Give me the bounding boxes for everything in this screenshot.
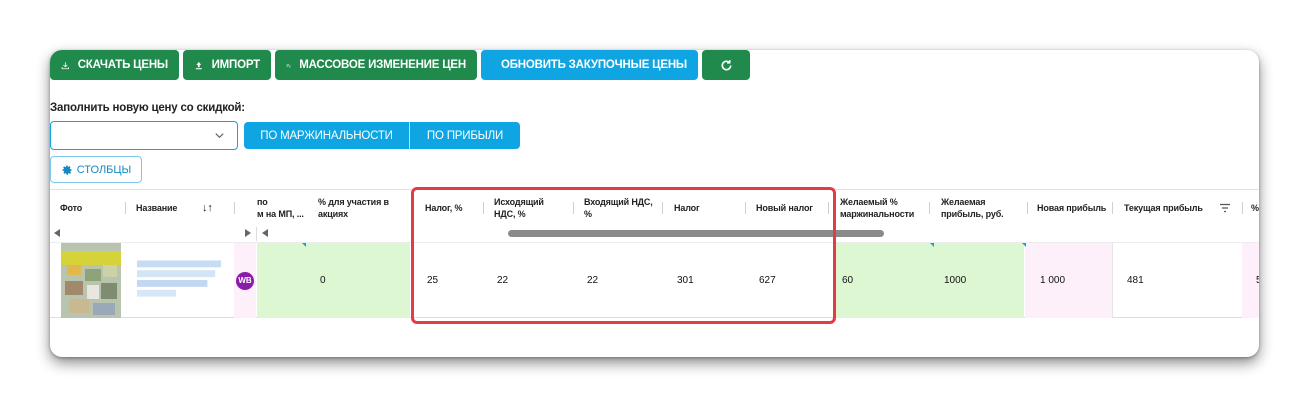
- scroll-left-arrow-icon[interactable]: [262, 229, 268, 237]
- column-header-promo-share[interactable]: % для участия в акциях: [318, 190, 398, 226]
- column-header-mp-price[interactable]: по м на МП, ...: [257, 190, 309, 226]
- toolbar: СКАЧАТЬ ЦЕНЫ ИМПОРТ МАССОВОЕ ИЗМЕНЕНИЕ Ц…: [50, 50, 750, 80]
- column-header-incoming-vat[interactable]: Входящий НДС, %: [584, 190, 659, 226]
- column-header-cut[interactable]: %: [1251, 190, 1259, 226]
- cell-desired-margin[interactable]: 60: [842, 243, 882, 318]
- fill-mode-group: ПО МАРЖИНАЛЬНОСТИ ПО ПРИБЫЛИ: [244, 122, 520, 149]
- cell-tax-percent[interactable]: 25: [427, 243, 467, 318]
- blurred-product-name-image: [136, 259, 222, 297]
- reload-button[interactable]: [702, 50, 750, 80]
- column-header-outgoing-vat[interactable]: Исходящий НДС, %: [494, 190, 554, 226]
- column-divider: [1242, 202, 1243, 214]
- horizontal-scrollbar-area: [50, 227, 1259, 241]
- column-divider: [1112, 202, 1113, 214]
- column-header-mp-price-line1: по: [257, 197, 268, 207]
- column-divider: [929, 202, 930, 214]
- download-prices-label: СКАЧАТЬ ЦЕНЫ: [77, 59, 168, 71]
- column-divider: [573, 202, 574, 214]
- cell-outgoing-vat[interactable]: 22: [497, 243, 537, 318]
- column-divider: [125, 202, 126, 214]
- refresh-icon: [492, 64, 493, 66]
- column-header-desired-margin[interactable]: Желаемый % маржинальности: [840, 190, 925, 226]
- upload-icon: [195, 61, 202, 69]
- import-label: ИМПОРТ: [211, 59, 261, 71]
- column-divider: [745, 202, 746, 214]
- import-button[interactable]: ИМПОРТ: [183, 50, 271, 80]
- cell-new-tax: 627: [759, 275, 776, 286]
- column-header-new-tax[interactable]: Новый налог: [756, 190, 831, 226]
- edit-list-icon: [286, 63, 291, 68]
- cell-new-profit: 1 000: [1040, 275, 1066, 286]
- column-header-current-profit[interactable]: Текущая прибыль: [1124, 190, 1209, 226]
- by-profit-button[interactable]: ПО ПРИБЫЛИ: [410, 122, 520, 149]
- column-header-photo[interactable]: Фото: [60, 190, 120, 226]
- download-prices-button[interactable]: СКАЧАТЬ ЦЕНЫ: [50, 50, 179, 80]
- gear-icon: [62, 165, 72, 175]
- filter-icon[interactable]: [1219, 190, 1233, 226]
- table-row[interactable]: WB 0 25 22 22 301 627 60 1000 1 000 481 …: [50, 242, 1259, 318]
- edit-marker-icon: [1022, 243, 1026, 247]
- cell-tax: 301: [677, 275, 694, 286]
- sort-arrows-icon[interactable]: ↓↑: [202, 190, 226, 226]
- scroll-right-arrow-icon[interactable]: [245, 229, 251, 237]
- column-divider: [662, 202, 663, 214]
- column-header-name[interactable]: Название: [136, 190, 196, 226]
- product-thumbnail-image: [61, 243, 121, 318]
- table-header: Фото Название ↓↑ по м на МП, ... % для у…: [50, 189, 1259, 225]
- column-divider: [256, 227, 257, 241]
- cell-promo-share[interactable]: 0: [320, 243, 360, 318]
- column-divider: [234, 202, 235, 214]
- columns-button[interactable]: СТОЛБЦЫ: [50, 156, 142, 183]
- scroll-left-arrow-icon[interactable]: [54, 229, 60, 237]
- marketplace-cell: WB: [234, 243, 256, 318]
- update-purchase-prices-label: ОБНОВИТЬ ЗАКУПОЧНЫЕ ЦЕНЫ: [500, 59, 687, 71]
- column-header-desired-profit[interactable]: Желаемая прибыль, руб.: [941, 190, 1021, 226]
- column-header-new-profit[interactable]: Новая прибыль: [1037, 190, 1117, 226]
- prices-panel: СКАЧАТЬ ЦЕНЫ ИМПОРТ МАССОВОЕ ИЗМЕНЕНИЕ Ц…: [50, 50, 1259, 357]
- column-divider: [828, 202, 829, 214]
- by-margin-button[interactable]: ПО МАРЖИНАЛЬНОСТИ: [244, 122, 410, 149]
- fill-discount-price-label: Заполнить новую цену со скидкой:: [50, 102, 245, 114]
- cell-desired-profit[interactable]: 1000: [944, 243, 984, 318]
- column-divider: [1112, 243, 1113, 318]
- column-header-tax-percent[interactable]: Налог, %: [425, 190, 475, 226]
- discount-select[interactable]: [50, 121, 238, 150]
- cell-incoming-vat[interactable]: 22: [587, 243, 627, 318]
- wildberries-badge: WB: [236, 271, 254, 290]
- product-name-cell[interactable]: [135, 243, 225, 318]
- column-header-mp-price-line2: м на МП, ...: [257, 209, 304, 219]
- column-divider: [483, 202, 484, 214]
- columns-label: СТОЛБЦЫ: [76, 163, 132, 176]
- product-photo[interactable]: [61, 243, 121, 318]
- mass-price-change-label: МАССОВОЕ ИЗМЕНЕНИЕ ЦЕН: [299, 59, 466, 71]
- cell-cut: 5: [1256, 275, 1259, 286]
- update-purchase-prices-button[interactable]: ОБНОВИТЬ ЗАКУПОЧНЫЕ ЦЕНЫ: [481, 50, 698, 80]
- column-header-tax[interactable]: Налог: [674, 190, 724, 226]
- column-divider: [1027, 202, 1028, 214]
- horizontal-scrollbar-thumb[interactable]: [508, 230, 884, 237]
- cell-current-profit: 481: [1127, 275, 1144, 286]
- download-icon: [61, 61, 69, 69]
- refresh-icon: [720, 59, 732, 70]
- chevron-down-icon: [215, 133, 224, 139]
- edit-marker-icon: [930, 243, 934, 247]
- mass-price-change-button[interactable]: МАССОВОЕ ИЗМЕНЕНИЕ ЦЕН: [275, 50, 477, 80]
- edit-marker-icon: [302, 243, 306, 247]
